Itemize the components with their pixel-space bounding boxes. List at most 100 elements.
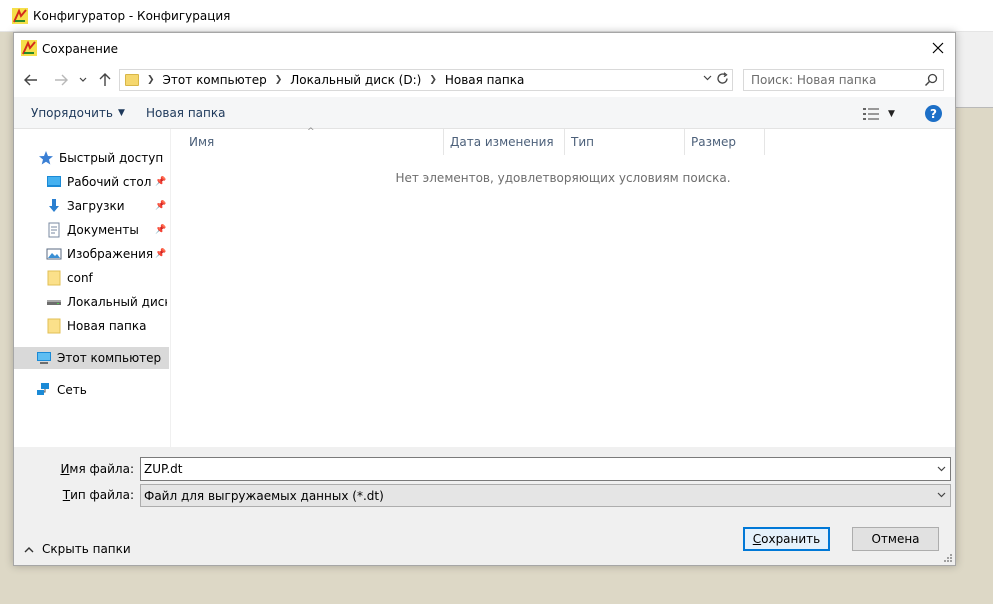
column-header-label: Дата изменения — [450, 135, 554, 149]
sidebar-item-label: Загрузки — [67, 199, 125, 213]
details-view-icon — [863, 108, 879, 120]
organize-label: Упорядочить — [31, 106, 113, 120]
breadcrumb-new-folder[interactable]: Новая папка — [445, 73, 524, 87]
folder-icon — [47, 318, 61, 334]
column-header-size[interactable]: Размер — [685, 129, 765, 155]
view-options-button[interactable]: ▼ — [862, 106, 898, 122]
hide-folders-label: Скрыть папки — [42, 542, 131, 556]
breadcrumb-local-disk[interactable]: Локальный диск (D:) — [290, 73, 421, 87]
search-box[interactable] — [743, 69, 944, 91]
app-title: Конфигуратор - Конфигурация — [33, 9, 231, 23]
sidebar-item-conf[interactable]: conf — [14, 267, 171, 289]
caret-down-icon: ▼ — [888, 109, 895, 119]
recent-locations-button[interactable] — [76, 71, 90, 89]
breadcrumb-this-pc[interactable]: Этот компьютер — [163, 73, 267, 87]
app-titlebar: Конфигуратор - Конфигурация — [0, 0, 993, 32]
sidebar-item-downloads[interactable]: Загрузки 📌 — [14, 195, 171, 217]
save-dialog: Сохранение ❯ Этот компьютер ❯ Локальный … — [13, 32, 956, 566]
save-button[interactable]: Сохранить — [743, 527, 830, 551]
network-icon — [37, 383, 49, 395]
filetype-selected-value: Файл для выгружаемых данных (*.dt) — [144, 488, 384, 503]
sidebar-item-label: Локальный диск (D:) — [67, 295, 167, 309]
column-header-name[interactable]: Имя ^ — [171, 127, 444, 155]
new-folder-button[interactable]: Новая папка — [146, 106, 225, 120]
pin-icon[interactable]: 📌 — [155, 249, 166, 259]
pin-icon[interactable]: 📌 — [155, 201, 166, 211]
filename-label-text: мя файла: — [69, 462, 134, 476]
close-icon — [932, 42, 944, 54]
drive-icon — [47, 300, 61, 305]
dialog-title: Сохранение — [42, 42, 119, 56]
empty-list-message: Нет элементов, удовлетворяющих условиям … — [395, 171, 731, 185]
chevron-down-icon — [937, 466, 946, 472]
sidebar-item-desktop[interactable]: Рабочий стол 📌 — [14, 171, 171, 193]
column-header-date[interactable]: Дата изменения — [444, 129, 565, 155]
address-dropdown-button[interactable] — [703, 73, 712, 84]
download-arrow-icon — [49, 199, 59, 212]
filetype-label-text: ип файла: — [70, 488, 134, 502]
breadcrumb-separator-icon[interactable]: ❯ — [429, 75, 437, 85]
folder-icon — [47, 270, 61, 286]
cancel-button[interactable]: Отмена — [852, 527, 939, 551]
navigation-pane: Быстрый доступ Рабочий стол 📌 Загрузки 📌… — [14, 129, 171, 447]
sidebar-item-label: conf — [67, 271, 93, 285]
sidebar-item-label: Рабочий стол — [67, 175, 152, 189]
refresh-button[interactable] — [714, 72, 730, 89]
filename-input[interactable] — [141, 458, 921, 480]
sidebar-item-pictures[interactable]: Изображения 📌 — [14, 243, 171, 265]
column-header-label: Размер — [691, 135, 737, 149]
sidebar-item-documents[interactable]: Документы 📌 — [14, 219, 171, 241]
dialog-logo-icon — [21, 40, 37, 56]
sidebar-item-new-folder[interactable]: Новая папка — [14, 315, 171, 337]
pictures-icon — [46, 248, 62, 260]
sidebar-item-this-pc[interactable]: Этот компьютер — [14, 347, 169, 369]
column-header-label: Тип — [571, 135, 594, 149]
forward-button[interactable] — [52, 71, 70, 89]
breadcrumb-separator-icon[interactable]: ❯ — [147, 75, 155, 85]
pin-icon[interactable]: 📌 — [155, 225, 166, 235]
sort-ascending-icon: ^ — [307, 127, 315, 137]
sidebar-item-label: Сеть — [57, 383, 87, 397]
address-bar[interactable]: ❯ Этот компьютер ❯ Локальный диск (D:) ❯… — [119, 69, 733, 91]
desktop-icon — [47, 176, 61, 187]
up-button[interactable] — [96, 71, 114, 89]
save-form: Имя файла: Тип файла: Файл для выгружаем… — [14, 447, 955, 565]
filetype-dropdown-button[interactable] — [937, 490, 946, 501]
document-icon — [48, 222, 60, 238]
column-header-type[interactable]: Тип — [565, 129, 685, 155]
sidebar-item-network[interactable]: Сеть — [14, 379, 171, 401]
sidebar-item-quick-access[interactable]: Быстрый доступ — [14, 147, 171, 169]
help-icon[interactable]: ? — [925, 105, 942, 122]
sidebar-item-label: Этот компьютер — [57, 351, 162, 365]
star-icon — [39, 151, 53, 165]
arrow-up-icon — [99, 73, 111, 86]
filetype-select[interactable]: Файл для выгружаемых данных (*.dt) — [140, 484, 951, 507]
resize-grip-icon[interactable] — [943, 553, 953, 563]
search-icon[interactable] — [924, 73, 938, 87]
sidebar-item-label: Быстрый доступ — [59, 151, 164, 165]
save-label-accesskey: С — [752, 532, 762, 546]
caret-down-icon: ▼ — [117, 108, 125, 118]
back-button[interactable] — [22, 71, 40, 89]
pin-icon[interactable]: 📌 — [155, 177, 166, 187]
toolbar: Упорядочить ▼ Новая папка ▼ ? — [14, 97, 955, 129]
sidebar-item-label: Новая папка — [67, 319, 147, 333]
filename-field[interactable] — [140, 457, 951, 481]
arrow-left-icon — [24, 74, 37, 86]
breadcrumb-separator-icon[interactable]: ❯ — [275, 75, 283, 85]
dialog-titlebar: Сохранение — [14, 33, 955, 63]
save-label-text: охранить — [761, 532, 821, 546]
app-logo-icon — [12, 8, 28, 24]
filename-label: Имя файла: — [54, 462, 134, 476]
filename-dropdown-button[interactable] — [937, 464, 946, 475]
close-button[interactable] — [921, 33, 955, 63]
computer-icon — [37, 352, 51, 364]
search-input[interactable] — [744, 70, 920, 90]
hide-folders-button[interactable]: Скрыть папки — [24, 542, 131, 556]
organize-button[interactable]: Упорядочить ▼ — [31, 106, 125, 120]
sidebar-item-local-disk[interactable]: Локальный диск (D:) — [14, 291, 171, 313]
refresh-icon — [716, 72, 728, 84]
column-header-label: Имя — [189, 135, 215, 149]
folder-icon — [125, 74, 139, 86]
address-row: ❯ Этот компьютер ❯ Локальный диск (D:) ❯… — [14, 63, 955, 97]
